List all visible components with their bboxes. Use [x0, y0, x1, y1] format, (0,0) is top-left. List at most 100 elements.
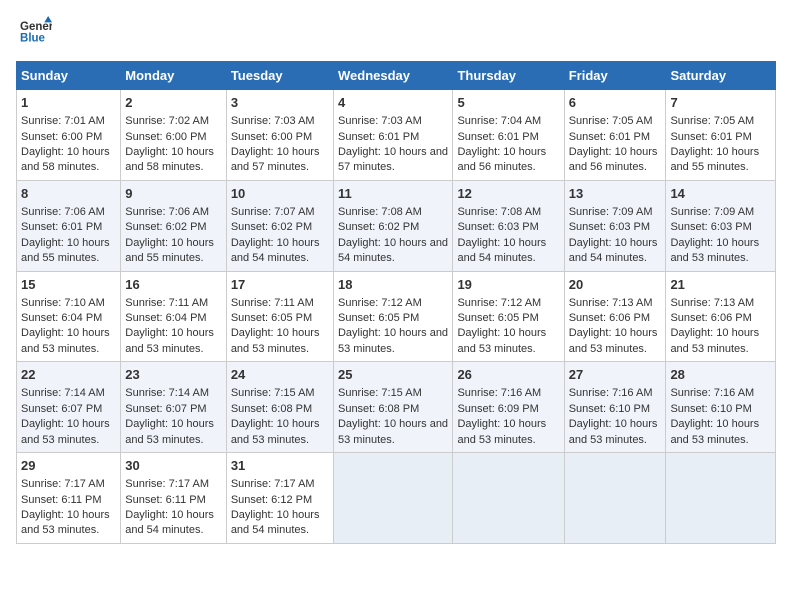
calendar-cell: 26Sunrise: 7:16 AMSunset: 6:09 PMDayligh…	[453, 362, 564, 453]
week-row-5: 29Sunrise: 7:17 AMSunset: 6:11 PMDayligh…	[17, 453, 776, 544]
sunset-text: Sunset: 6:01 PM	[21, 221, 102, 233]
sunrise-text: Sunrise: 7:13 AM	[569, 297, 653, 309]
day-number: 24	[231, 366, 329, 384]
calendar-header-row: SundayMondayTuesdayWednesdayThursdayFrid…	[17, 62, 776, 90]
sunset-text: Sunset: 6:04 PM	[125, 312, 206, 324]
sunset-text: Sunset: 6:00 PM	[21, 131, 102, 143]
sunrise-text: Sunrise: 7:15 AM	[338, 387, 422, 399]
sunrise-text: Sunrise: 7:10 AM	[21, 297, 105, 309]
day-number: 21	[670, 276, 771, 294]
day-number: 30	[125, 457, 222, 475]
sunrise-text: Sunrise: 7:06 AM	[21, 206, 105, 218]
sunset-text: Sunset: 6:03 PM	[670, 221, 751, 233]
day-number: 28	[670, 366, 771, 384]
day-number: 23	[125, 366, 222, 384]
calendar-cell: 1Sunrise: 7:01 AMSunset: 6:00 PMDaylight…	[17, 90, 121, 181]
daylight-text: Daylight: 10 hours and 54 minutes.	[125, 509, 214, 536]
sunrise-text: Sunrise: 7:17 AM	[125, 478, 209, 490]
sunrise-text: Sunrise: 7:12 AM	[457, 297, 541, 309]
daylight-text: Daylight: 10 hours and 53 minutes.	[21, 418, 110, 445]
sunset-text: Sunset: 6:01 PM	[569, 131, 650, 143]
column-header-tuesday: Tuesday	[226, 62, 333, 90]
calendar-cell: 22Sunrise: 7:14 AMSunset: 6:07 PMDayligh…	[17, 362, 121, 453]
sunset-text: Sunset: 6:07 PM	[21, 403, 102, 415]
calendar-cell: 25Sunrise: 7:15 AMSunset: 6:08 PMDayligh…	[333, 362, 452, 453]
calendar-cell: 13Sunrise: 7:09 AMSunset: 6:03 PMDayligh…	[564, 180, 666, 271]
sunrise-text: Sunrise: 7:16 AM	[569, 387, 653, 399]
sunset-text: Sunset: 6:06 PM	[670, 312, 751, 324]
sunset-text: Sunset: 6:00 PM	[125, 131, 206, 143]
day-number: 2	[125, 94, 222, 112]
sunrise-text: Sunrise: 7:12 AM	[338, 297, 422, 309]
sunset-text: Sunset: 6:08 PM	[231, 403, 312, 415]
day-number: 17	[231, 276, 329, 294]
day-number: 13	[569, 185, 662, 203]
sunset-text: Sunset: 6:06 PM	[569, 312, 650, 324]
calendar-cell	[453, 453, 564, 544]
sunset-text: Sunset: 6:02 PM	[125, 221, 206, 233]
sunrise-text: Sunrise: 7:02 AM	[125, 115, 209, 127]
day-number: 29	[21, 457, 116, 475]
calendar-cell: 2Sunrise: 7:02 AMSunset: 6:00 PMDaylight…	[121, 90, 227, 181]
calendar-cell: 31Sunrise: 7:17 AMSunset: 6:12 PMDayligh…	[226, 453, 333, 544]
day-number: 31	[231, 457, 329, 475]
calendar-cell: 9Sunrise: 7:06 AMSunset: 6:02 PMDaylight…	[121, 180, 227, 271]
day-number: 10	[231, 185, 329, 203]
sunrise-text: Sunrise: 7:14 AM	[21, 387, 105, 399]
calendar-cell: 28Sunrise: 7:16 AMSunset: 6:10 PMDayligh…	[666, 362, 776, 453]
day-number: 1	[21, 94, 116, 112]
daylight-text: Daylight: 10 hours and 58 minutes.	[21, 146, 110, 173]
day-number: 9	[125, 185, 222, 203]
sunrise-text: Sunrise: 7:16 AM	[457, 387, 541, 399]
calendar-cell: 16Sunrise: 7:11 AMSunset: 6:04 PMDayligh…	[121, 271, 227, 362]
week-row-1: 1Sunrise: 7:01 AMSunset: 6:00 PMDaylight…	[17, 90, 776, 181]
day-number: 6	[569, 94, 662, 112]
day-number: 15	[21, 276, 116, 294]
daylight-text: Daylight: 10 hours and 53 minutes.	[231, 418, 320, 445]
column-header-monday: Monday	[121, 62, 227, 90]
sunset-text: Sunset: 6:00 PM	[231, 131, 312, 143]
sunrise-text: Sunrise: 7:03 AM	[231, 115, 315, 127]
column-header-sunday: Sunday	[17, 62, 121, 90]
calendar-cell: 4Sunrise: 7:03 AMSunset: 6:01 PMDaylight…	[333, 90, 452, 181]
logo: General Blue	[16, 16, 52, 53]
daylight-text: Daylight: 10 hours and 54 minutes.	[338, 237, 448, 264]
sunrise-text: Sunrise: 7:09 AM	[670, 206, 754, 218]
daylight-text: Daylight: 10 hours and 55 minutes.	[125, 237, 214, 264]
sunrise-text: Sunrise: 7:17 AM	[21, 478, 105, 490]
calendar-cell: 23Sunrise: 7:14 AMSunset: 6:07 PMDayligh…	[121, 362, 227, 453]
calendar-body: 1Sunrise: 7:01 AMSunset: 6:00 PMDaylight…	[17, 90, 776, 544]
sunset-text: Sunset: 6:05 PM	[338, 312, 419, 324]
daylight-text: Daylight: 10 hours and 53 minutes.	[457, 418, 546, 445]
day-number: 5	[457, 94, 559, 112]
day-number: 18	[338, 276, 448, 294]
daylight-text: Daylight: 10 hours and 55 minutes.	[670, 146, 759, 173]
sunrise-text: Sunrise: 7:08 AM	[338, 206, 422, 218]
daylight-text: Daylight: 10 hours and 55 minutes.	[21, 237, 110, 264]
day-number: 3	[231, 94, 329, 112]
daylight-text: Daylight: 10 hours and 53 minutes.	[670, 327, 759, 354]
daylight-text: Daylight: 10 hours and 57 minutes.	[338, 146, 448, 173]
daylight-text: Daylight: 10 hours and 54 minutes.	[231, 509, 320, 536]
calendar-cell: 29Sunrise: 7:17 AMSunset: 6:11 PMDayligh…	[17, 453, 121, 544]
sunrise-text: Sunrise: 7:11 AM	[125, 297, 208, 309]
daylight-text: Daylight: 10 hours and 53 minutes.	[670, 237, 759, 264]
week-row-4: 22Sunrise: 7:14 AMSunset: 6:07 PMDayligh…	[17, 362, 776, 453]
calendar-cell: 8Sunrise: 7:06 AMSunset: 6:01 PMDaylight…	[17, 180, 121, 271]
sunset-text: Sunset: 6:03 PM	[569, 221, 650, 233]
sunrise-text: Sunrise: 7:04 AM	[457, 115, 541, 127]
sunset-text: Sunset: 6:03 PM	[457, 221, 538, 233]
sunrise-text: Sunrise: 7:11 AM	[231, 297, 314, 309]
calendar-cell: 5Sunrise: 7:04 AMSunset: 6:01 PMDaylight…	[453, 90, 564, 181]
day-number: 27	[569, 366, 662, 384]
daylight-text: Daylight: 10 hours and 53 minutes.	[670, 418, 759, 445]
sunset-text: Sunset: 6:05 PM	[457, 312, 538, 324]
day-number: 16	[125, 276, 222, 294]
calendar-cell: 18Sunrise: 7:12 AMSunset: 6:05 PMDayligh…	[333, 271, 452, 362]
column-header-wednesday: Wednesday	[333, 62, 452, 90]
week-row-2: 8Sunrise: 7:06 AMSunset: 6:01 PMDaylight…	[17, 180, 776, 271]
calendar-cell: 20Sunrise: 7:13 AMSunset: 6:06 PMDayligh…	[564, 271, 666, 362]
column-header-thursday: Thursday	[453, 62, 564, 90]
daylight-text: Daylight: 10 hours and 57 minutes.	[231, 146, 320, 173]
column-header-friday: Friday	[564, 62, 666, 90]
